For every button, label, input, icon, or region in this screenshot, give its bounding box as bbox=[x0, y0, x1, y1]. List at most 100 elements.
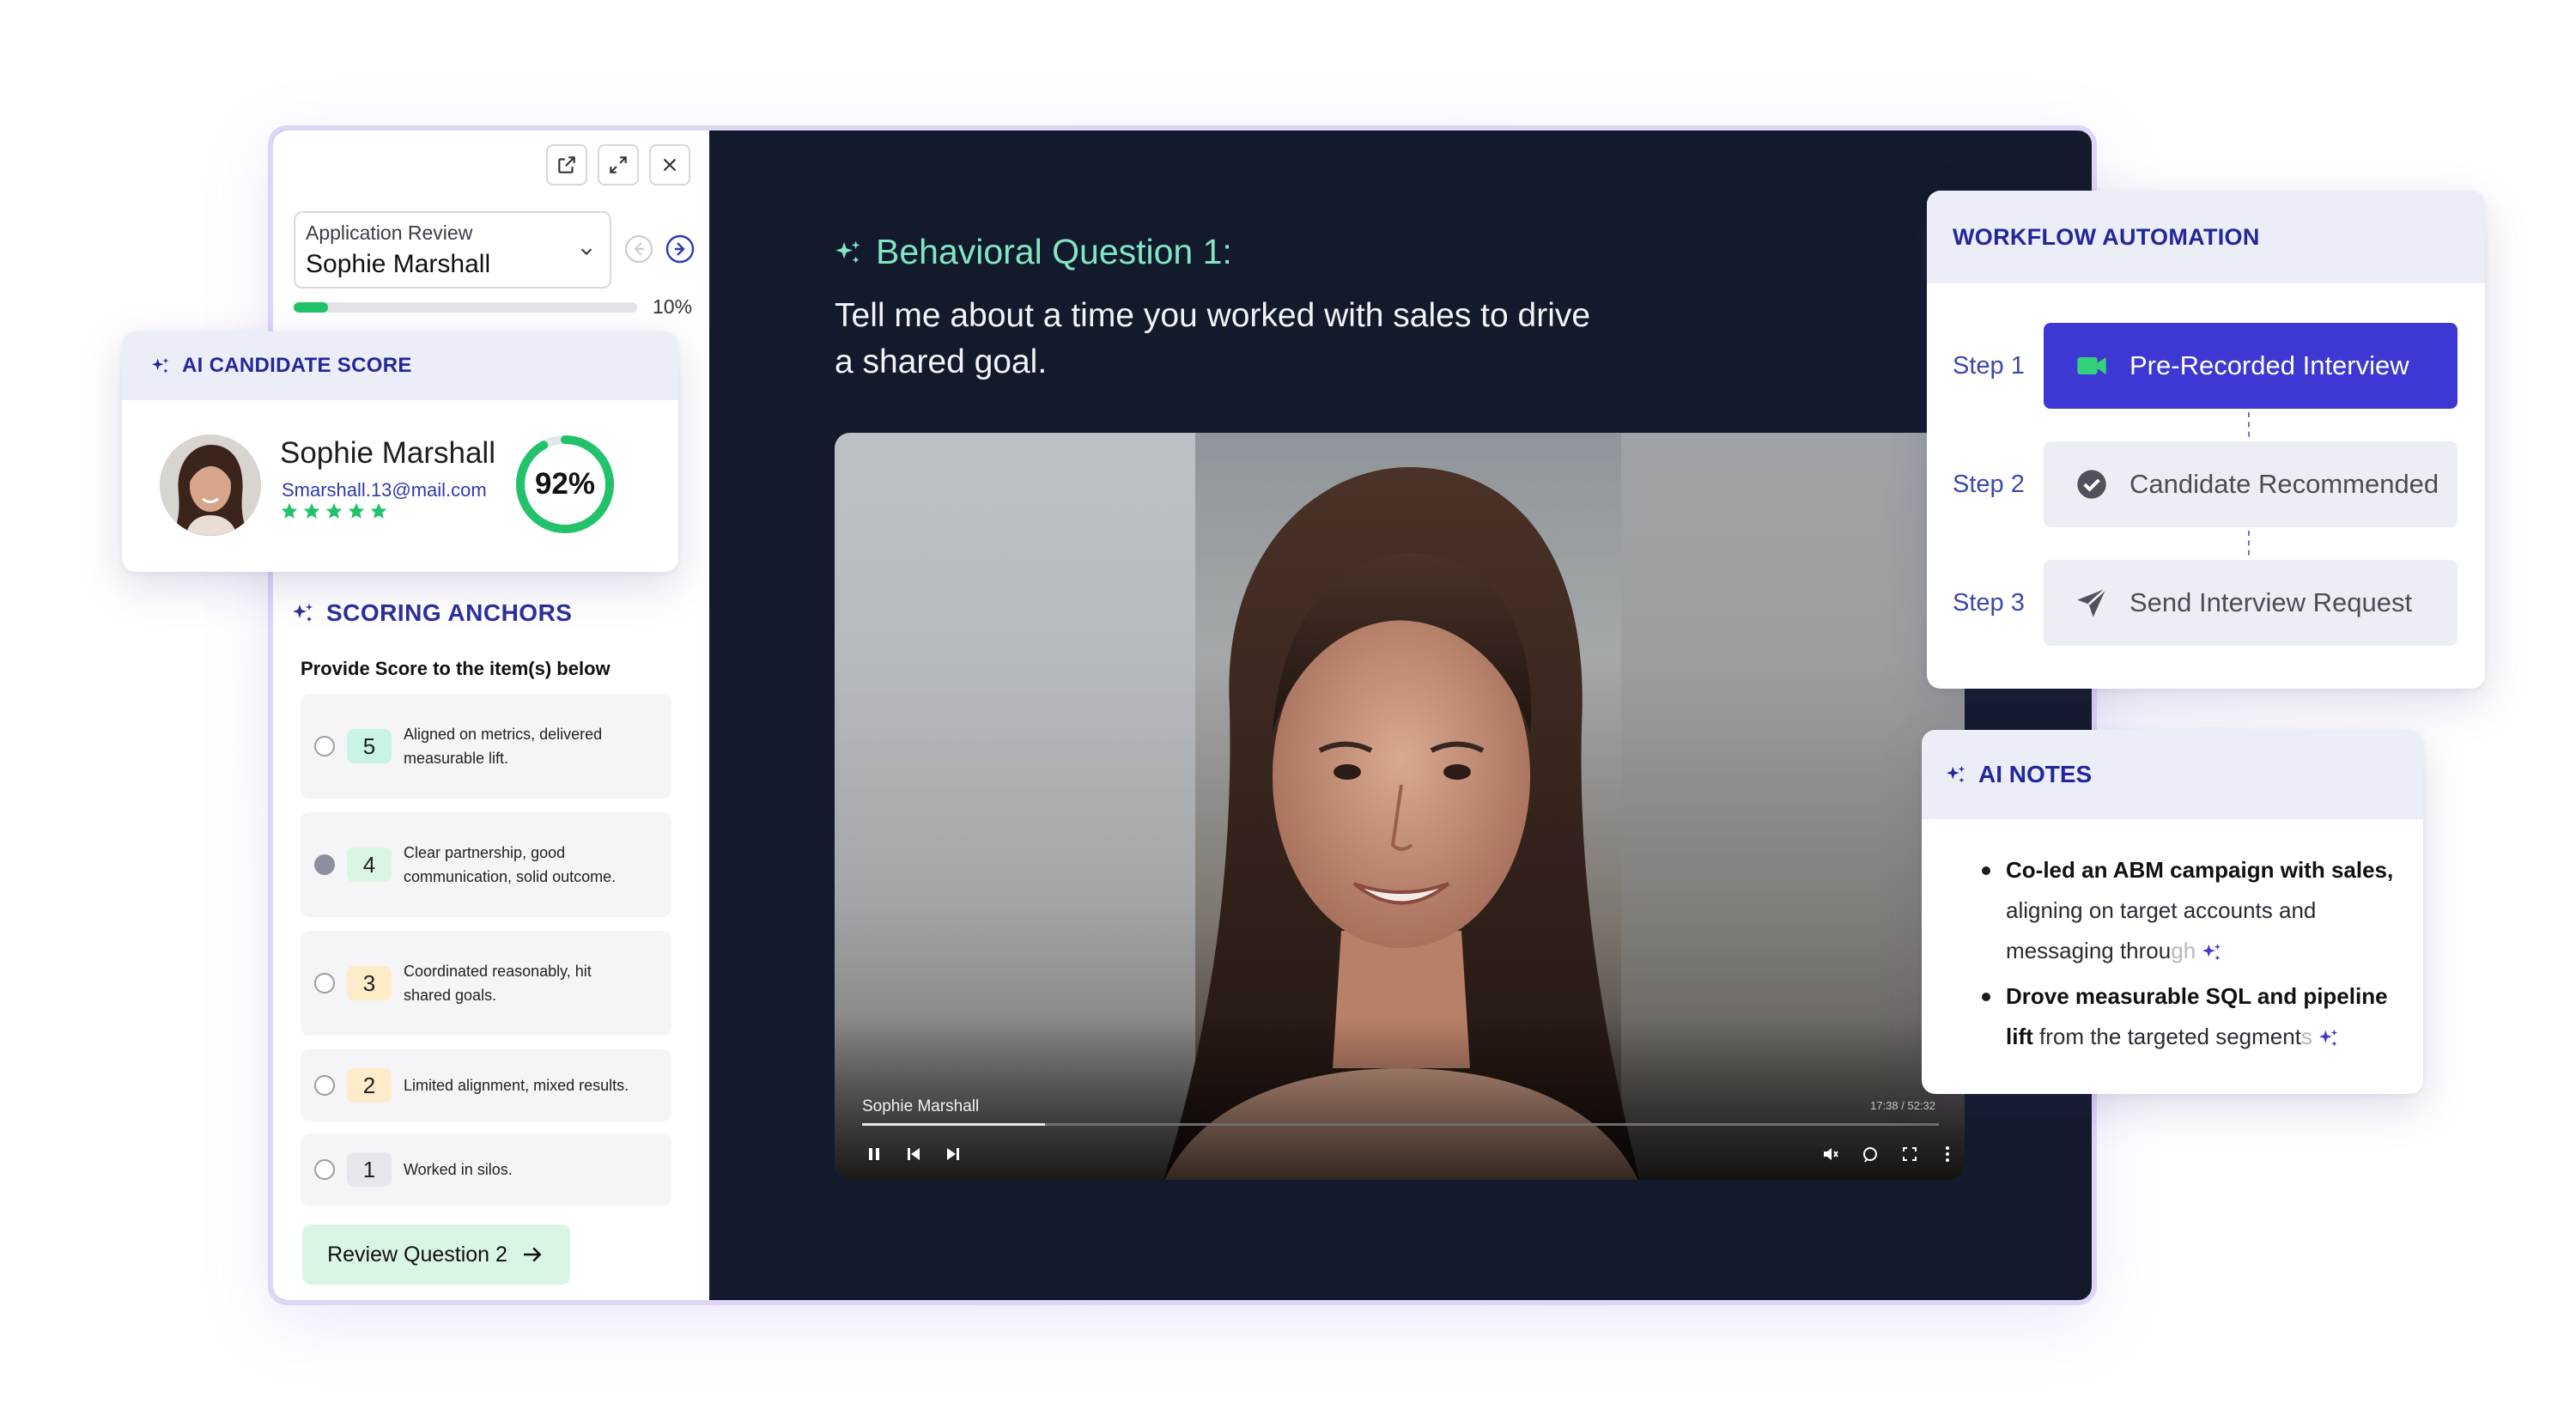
step-label: Step 2 bbox=[1953, 471, 2025, 498]
anchor-score-badge: 2 bbox=[347, 1068, 392, 1103]
review-panel: Application Review Sophie Marshall 10% S… bbox=[273, 131, 709, 1300]
candidate-rating bbox=[280, 501, 388, 520]
step-label: Step 1 bbox=[1953, 352, 2025, 380]
anchor-score-badge: 3 bbox=[347, 966, 392, 1000]
step-label: Step 3 bbox=[1953, 589, 2025, 617]
star-icon bbox=[348, 502, 365, 519]
anchor-description: Limited alignment, mixed results. bbox=[404, 1077, 629, 1094]
video-timestamp: 17:38 / 52:32 bbox=[1870, 1099, 1935, 1112]
notes-list: Co-led an ABM campaign with sales, align… bbox=[1982, 850, 2394, 1057]
workflow-automation-card: WORKFLOW AUTOMATION Step 1 Pre-Recorded … bbox=[1927, 191, 2485, 689]
note-highlight: Co-led an ABM campaign with sales, bbox=[2006, 857, 2394, 883]
workflow-step-send-interview-request[interactable]: Send Interview Request bbox=[2044, 560, 2458, 646]
interview-video-player[interactable]: Sophie Marshall 17:38 / 52:32 bbox=[835, 433, 1965, 1180]
score-card-title: AI CANDIDATE SCORE bbox=[182, 354, 412, 377]
note-item: Drove measurable SQL and pipeline lift f… bbox=[1982, 976, 2394, 1057]
video-seek-bar[interactable] bbox=[862, 1123, 1939, 1126]
score-card-header: AI CANDIDATE SCORE bbox=[122, 331, 678, 400]
captions-icon[interactable] bbox=[1860, 1144, 1880, 1164]
skip-forward-icon[interactable] bbox=[943, 1144, 963, 1164]
workflow-step-pre-recorded-interview[interactable]: Pre-Recorded Interview bbox=[2044, 323, 2458, 409]
anchor-description: Clear partnership, good communication, s… bbox=[404, 844, 617, 885]
scoring-instruction: Provide Score to the item(s) below bbox=[301, 658, 611, 679]
video-speaker-name: Sophie Marshall bbox=[862, 1097, 980, 1115]
workflow-title: WORKFLOW AUTOMATION bbox=[1953, 223, 2260, 250]
score-percentage: 92% bbox=[534, 467, 596, 501]
expand-icon[interactable] bbox=[598, 144, 639, 185]
application-select-label: Application Review bbox=[306, 222, 473, 244]
review-progress-bar bbox=[294, 302, 637, 313]
anchor-description: Coordinated reasonably, hit shared goals… bbox=[404, 963, 592, 1004]
check-circle-icon bbox=[2077, 470, 2106, 499]
note-item: Co-led an ABM campaign with sales, align… bbox=[1982, 850, 2394, 971]
question-block: Behavioral Question 1: Tell me about a t… bbox=[835, 232, 1607, 386]
anchor-score-badge: 5 bbox=[347, 729, 392, 763]
next-candidate-button[interactable] bbox=[665, 234, 696, 264]
application-select[interactable]: Application Review Sophie Marshall bbox=[294, 211, 611, 289]
candidate-navigation bbox=[623, 234, 696, 264]
notes-header: AI NOTES bbox=[1922, 730, 2423, 819]
sparkle-icon bbox=[835, 240, 860, 263]
send-icon bbox=[2077, 587, 2107, 617]
anchor-radio[interactable] bbox=[314, 736, 335, 757]
star-icon bbox=[370, 502, 387, 519]
candidate-name: Sophie Marshall bbox=[280, 436, 495, 470]
anchor-radio[interactable] bbox=[314, 1075, 335, 1096]
candidate-email[interactable]: Smarshall.13@mail.com bbox=[282, 479, 487, 501]
anchor-description: Aligned on metrics, delivered measurable… bbox=[404, 726, 603, 767]
close-icon[interactable] bbox=[649, 144, 690, 185]
anchor-radio[interactable] bbox=[314, 973, 335, 994]
video-camera-icon bbox=[2077, 357, 2106, 374]
star-icon bbox=[325, 502, 343, 519]
workflow-step-candidate-recommended[interactable]: Candidate Recommended bbox=[2044, 441, 2458, 527]
progress-text: 10% bbox=[653, 295, 693, 318]
anchor-option-2[interactable]: 2 Limited alignment, mixed results. bbox=[301, 1049, 671, 1121]
fullscreen-icon[interactable] bbox=[1899, 1144, 1920, 1164]
anchor-option-1[interactable]: 1 Worked in silos. bbox=[301, 1133, 671, 1206]
step-name: Candidate Recommended bbox=[2129, 469, 2439, 499]
note-text-fade: s bbox=[2300, 1024, 2312, 1049]
sparkle-icon bbox=[2202, 943, 2221, 961]
anchor-score-badge: 4 bbox=[347, 848, 392, 882]
anchor-radio[interactable] bbox=[314, 1159, 335, 1180]
external-link-icon[interactable] bbox=[546, 144, 587, 185]
video-controls bbox=[864, 1144, 1949, 1168]
review-window: Application Review Sophie Marshall 10% S… bbox=[268, 125, 2097, 1305]
note-text: from the targeted segment bbox=[2032, 1024, 2301, 1049]
volume-icon[interactable] bbox=[1820, 1144, 1841, 1164]
anchor-option-5[interactable]: 5 Aligned on metrics, delivered measurab… bbox=[301, 694, 671, 799]
ai-candidate-score-card: AI CANDIDATE SCORE Sophie Marshall Smars… bbox=[122, 331, 678, 572]
review-button-label: Review Question 2 bbox=[327, 1242, 507, 1267]
sparkle-icon bbox=[2319, 1029, 2338, 1047]
progress-fill bbox=[294, 302, 328, 313]
star-icon bbox=[281, 502, 298, 519]
sparkle-icon bbox=[1946, 765, 1965, 783]
workflow-header: WORKFLOW AUTOMATION bbox=[1927, 191, 2485, 283]
step-name: Send Interview Request bbox=[2129, 587, 2413, 617]
chevron-down-icon bbox=[580, 248, 592, 256]
video-seek-played bbox=[862, 1123, 1046, 1126]
review-next-question-button[interactable]: Review Question 2 bbox=[302, 1224, 570, 1285]
anchor-option-3[interactable]: 3 Coordinated reasonably, hit shared goa… bbox=[301, 931, 671, 1036]
anchor-radio[interactable] bbox=[314, 854, 335, 875]
sparkle-icon bbox=[151, 357, 169, 374]
question-text: Tell me about a time you worked with sal… bbox=[835, 297, 1591, 380]
anchor-description: Worked in silos. bbox=[404, 1161, 513, 1178]
window-controls bbox=[546, 144, 690, 185]
skip-back-icon[interactable] bbox=[903, 1144, 924, 1164]
note-text: aligning on target accounts and messagin… bbox=[2006, 897, 2317, 963]
more-options-icon[interactable] bbox=[1937, 1144, 1958, 1164]
scoring-anchors-label: SCORING ANCHORS bbox=[326, 599, 573, 626]
pause-icon[interactable] bbox=[864, 1144, 884, 1164]
ai-notes-card: AI NOTES Co-led an ABM campaign with sal… bbox=[1922, 730, 2423, 1094]
step-name: Pre-Recorded Interview bbox=[2129, 350, 2409, 380]
arrow-right-icon bbox=[523, 1247, 542, 1262]
notes-title: AI NOTES bbox=[1978, 761, 2093, 787]
scoring-anchors-title: SCORING ANCHORS bbox=[292, 599, 572, 627]
star-icon bbox=[303, 502, 320, 519]
arrow-right-icon bbox=[665, 234, 695, 264]
previous-candidate-button[interactable] bbox=[623, 234, 654, 264]
avatar bbox=[160, 434, 261, 536]
question-title-label: Behavioral Question 1: bbox=[876, 232, 1232, 271]
anchor-option-4[interactable]: 4 Clear partnership, good communication,… bbox=[301, 812, 671, 917]
